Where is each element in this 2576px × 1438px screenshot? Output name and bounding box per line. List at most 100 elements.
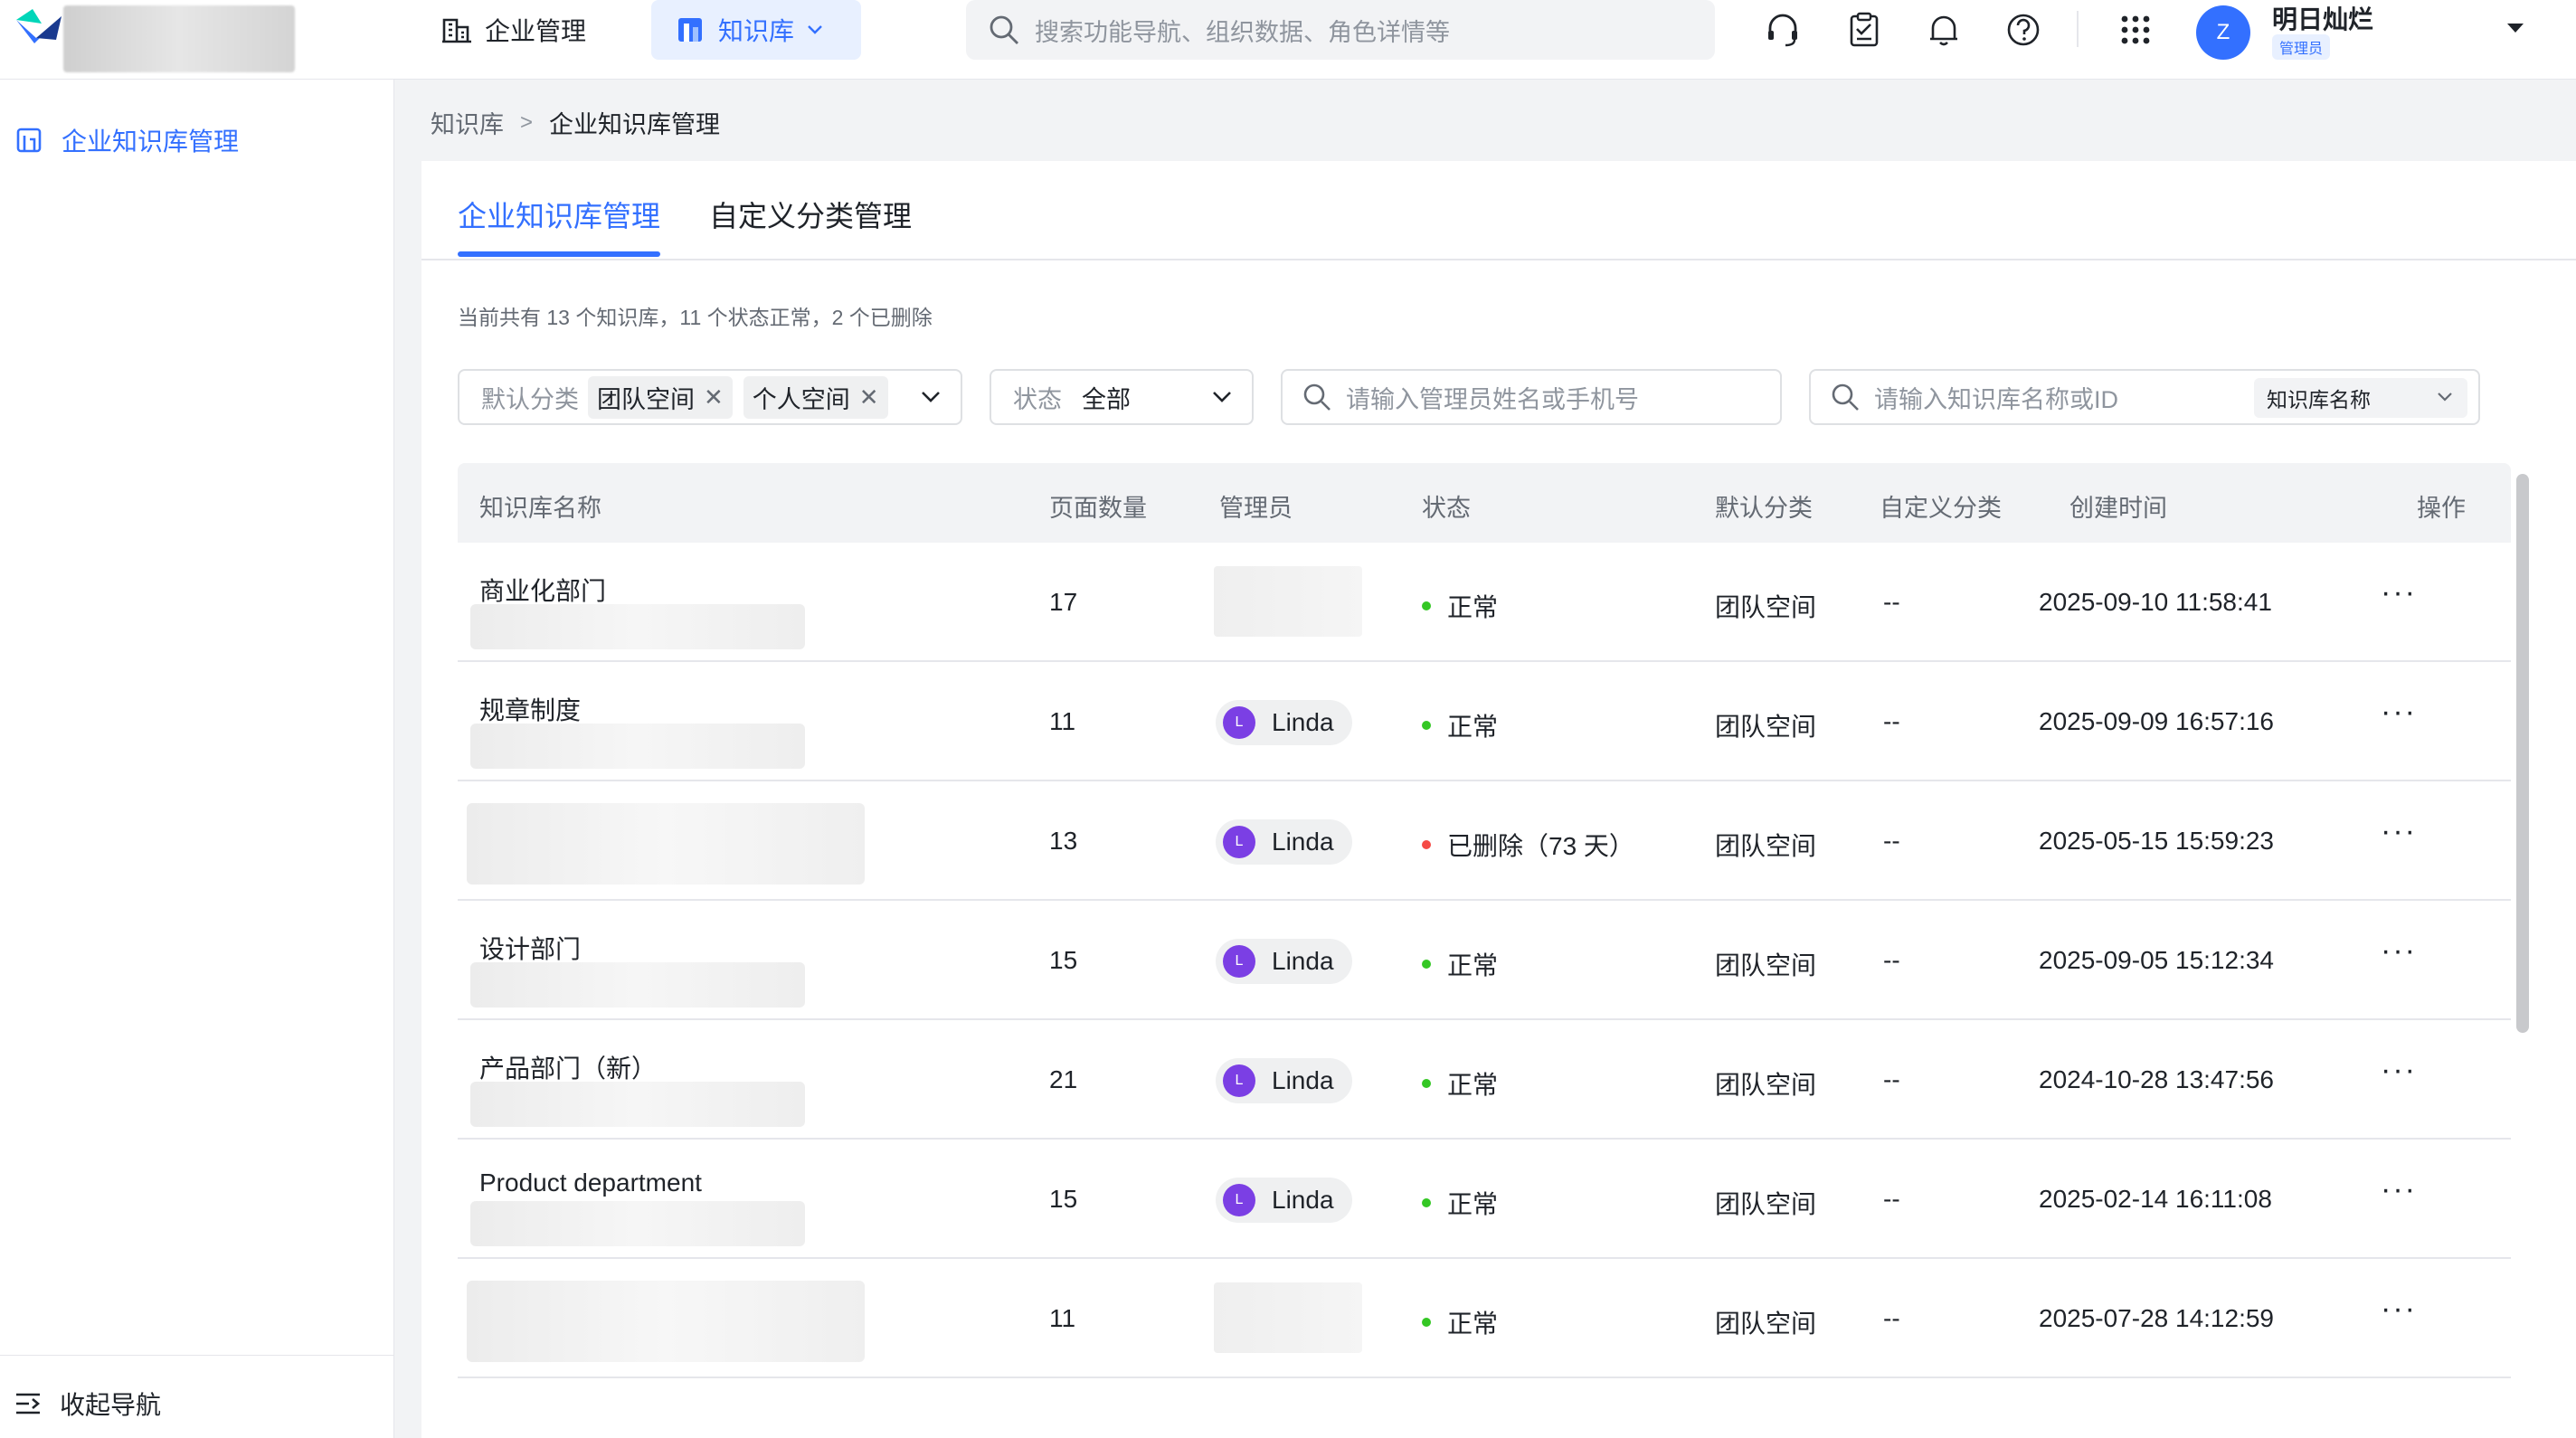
status-text: 正常 — [1447, 951, 1499, 979]
table-scrollbar[interactable] — [2516, 463, 2529, 1438]
more-actions-button[interactable]: ··· — [2381, 1053, 2417, 1088]
table-row[interactable]: 设计部门 15 L Linda 正常 团队空间 -- 2025-09-05 15:12:34 ·… — [458, 901, 2511, 1020]
sidebar: 企业知识库管理 收起导航 — [0, 80, 394, 1438]
user-role-badge: 管理员 — [2272, 34, 2331, 60]
app-logo-icon[interactable] — [14, 7, 63, 49]
more-actions-button[interactable]: ··· — [2381, 575, 2417, 610]
default-category: 团队空间 — [1715, 832, 1817, 860]
admin-avatar: L — [1223, 945, 1255, 978]
search-icon — [990, 15, 1018, 44]
kb-name-search-placeholder: 请输入知识库名称或ID — [1874, 385, 2118, 413]
kb-name[interactable]: 产品部门（新） — [479, 1049, 657, 1085]
breadcrumb-root[interactable]: 知识库 — [431, 105, 504, 140]
kb-id-redacted — [470, 724, 805, 769]
category-filter-select[interactable]: 默认分类 团队空间 ✕ 个人空间 ✕ — [458, 369, 962, 425]
kb-name-redacted — [467, 1281, 865, 1362]
col-header-custom-category: 自定义分类 — [1880, 495, 2002, 522]
help-icon[interactable] — [2004, 11, 2042, 49]
col-header-default-category: 默认分类 — [1715, 495, 1813, 522]
admin-chip[interactable]: L Linda — [1216, 939, 1352, 984]
sidebar-item-enterprise-kb[interactable]: 企业知识库管理 — [14, 121, 239, 159]
nav-enterprise-management[interactable]: 企业管理 — [441, 0, 604, 60]
page-count: 13 — [1049, 827, 1078, 855]
collapse-nav-button[interactable]: 收起导航 — [14, 1386, 161, 1422]
status-dot — [1422, 1318, 1431, 1327]
admin-chip[interactable]: L Linda — [1216, 819, 1352, 865]
table-row[interactable]: 产品部门（新） 21 L Linda 正常 团队空间 -- 2024-10-28 13:47:… — [458, 1020, 2511, 1140]
bell-icon[interactable] — [1925, 11, 1963, 49]
task-clipboard-icon[interactable] — [1845, 11, 1883, 49]
app-grid-icon[interactable] — [2117, 11, 2155, 49]
nav-knowledge-base[interactable]: 知识库 — [651, 0, 861, 60]
table-row[interactable]: 规章制度 11 L Linda 正常 团队空间 -- 2025-09-09 16:57:16 ·… — [458, 662, 2511, 781]
created-time: 2024-10-28 13:47:56 — [2039, 1065, 2274, 1093]
kb-summary-text: 当前共有 13 个知识库，11 个状态正常，2 个已删除 — [458, 306, 933, 329]
table-header: 知识库名称 页面数量 管理员 状态 默认分类 自定义分类 创建时间 操作 — [458, 463, 2511, 543]
custom-category: -- — [1883, 946, 1900, 974]
scrollbar-thumb[interactable] — [2516, 474, 2529, 1033]
admin-chip[interactable]: L Linda — [1216, 700, 1352, 745]
admin-avatar: L — [1223, 1184, 1255, 1216]
org-name-redacted — [63, 5, 295, 72]
category-filter-label: 默认分类 — [481, 385, 579, 413]
tab-enterprise-kb[interactable]: 企业知识库管理 — [458, 194, 661, 257]
kb-name[interactable]: Product department — [479, 1168, 702, 1197]
status-cell: 正常 — [1422, 588, 1498, 624]
kb-manage-icon — [16, 128, 42, 153]
admin-name: Linda — [1272, 828, 1334, 856]
sidebar-item-label: 企业知识库管理 — [62, 128, 240, 156]
status-filter-select[interactable]: 状态 全部 — [990, 369, 1254, 425]
global-search-input[interactable]: 搜索功能导航、组织数据、角色详情等 — [966, 0, 1715, 60]
nav-knowledge-label: 知识库 — [718, 17, 795, 45]
chevron-down-icon — [1213, 392, 1231, 402]
table-row[interactable]: 11 正常 团队空间 -- 2025-07-28 14:12:59 ··· — [458, 1259, 2511, 1378]
status-cell: 正常 — [1422, 1185, 1498, 1221]
breadcrumb-separator: > — [520, 109, 534, 135]
main-panel: 企业知识库管理 自定义分类管理 当前共有 13 个知识库，11 个状态正常，2 … — [421, 161, 2576, 1438]
kb-name[interactable]: 设计部门 — [479, 930, 581, 966]
more-actions-button[interactable]: ··· — [2381, 814, 2417, 849]
page-count: 21 — [1049, 1065, 1078, 1093]
global-search-placeholder: 搜索功能导航、组织数据、角色详情等 — [1035, 18, 1450, 46]
tab-custom-category[interactable]: 自定义分类管理 — [709, 194, 912, 235]
created-time: 2025-09-05 15:12:34 — [2039, 946, 2274, 974]
status-text: 已删除（73 天） — [1447, 832, 1634, 860]
table-row[interactable]: 商业化部门 17 正常 团队空间 -- 2025-09-10 11:58:41 ··· — [458, 543, 2511, 662]
admin-search-input[interactable]: 请输入管理员姓名或手机号 — [1281, 369, 1782, 425]
created-time: 2025-07-28 14:12:59 — [2039, 1304, 2274, 1332]
admin-chip[interactable]: L Linda — [1216, 1058, 1352, 1103]
user-name[interactable]: 明日灿烂 — [2272, 0, 2373, 36]
nav-enterprise-label: 企业管理 — [485, 17, 587, 45]
more-actions-button[interactable]: ··· — [2381, 695, 2417, 730]
table-row[interactable]: 13 L Linda 已删除（73 天） 团队空间 -- 2025-05-15 15:59:… — [458, 781, 2511, 901]
table-body: 商业化部门 17 正常 团队空间 -- 2025-09-10 11:58:41 ··· 规章制… — [458, 543, 2511, 1378]
category-tag-label: 个人空间 — [752, 385, 850, 413]
more-actions-button[interactable]: ··· — [2381, 1291, 2417, 1327]
more-actions-button[interactable]: ··· — [2381, 1172, 2417, 1207]
status-text: 正常 — [1447, 713, 1499, 741]
admin-avatar: L — [1223, 826, 1255, 858]
breadcrumb: 知识库 > 企业知识库管理 — [431, 105, 720, 140]
col-header-pages: 页面数量 — [1049, 495, 1147, 522]
kb-name[interactable]: 规章制度 — [479, 691, 581, 727]
table-row[interactable]: Product department 15 L Linda 正常 团队空间 -- 2025-0… — [458, 1140, 2511, 1259]
close-icon[interactable]: ✕ — [704, 383, 724, 412]
user-avatar[interactable]: Z — [2196, 5, 2250, 60]
page-count: 17 — [1049, 588, 1078, 616]
user-menu-chevron-icon[interactable] — [2505, 22, 2525, 34]
custom-category: -- — [1883, 1065, 1900, 1093]
admin-name: Linda — [1272, 1186, 1334, 1214]
breadcrumb-current: 企业知识库管理 — [549, 111, 721, 138]
created-time: 2025-09-10 11:58:41 — [2039, 588, 2272, 616]
status-cell: 已删除（73 天） — [1422, 827, 1634, 863]
close-icon[interactable]: ✕ — [859, 383, 879, 412]
admin-chip[interactable]: L Linda — [1216, 1178, 1352, 1223]
search-type-select[interactable]: 知识库名称 — [2254, 378, 2467, 418]
kb-name[interactable]: 商业化部门 — [479, 572, 606, 608]
headset-support-icon[interactable] — [1764, 11, 1802, 49]
col-header-name: 知识库名称 — [479, 495, 601, 522]
chevron-down-icon — [2438, 393, 2452, 402]
kb-name-search-input[interactable]: 请输入知识库名称或ID 知识库名称 — [1809, 369, 2480, 425]
status-text: 正常 — [1447, 1071, 1499, 1099]
more-actions-button[interactable]: ··· — [2381, 933, 2417, 969]
